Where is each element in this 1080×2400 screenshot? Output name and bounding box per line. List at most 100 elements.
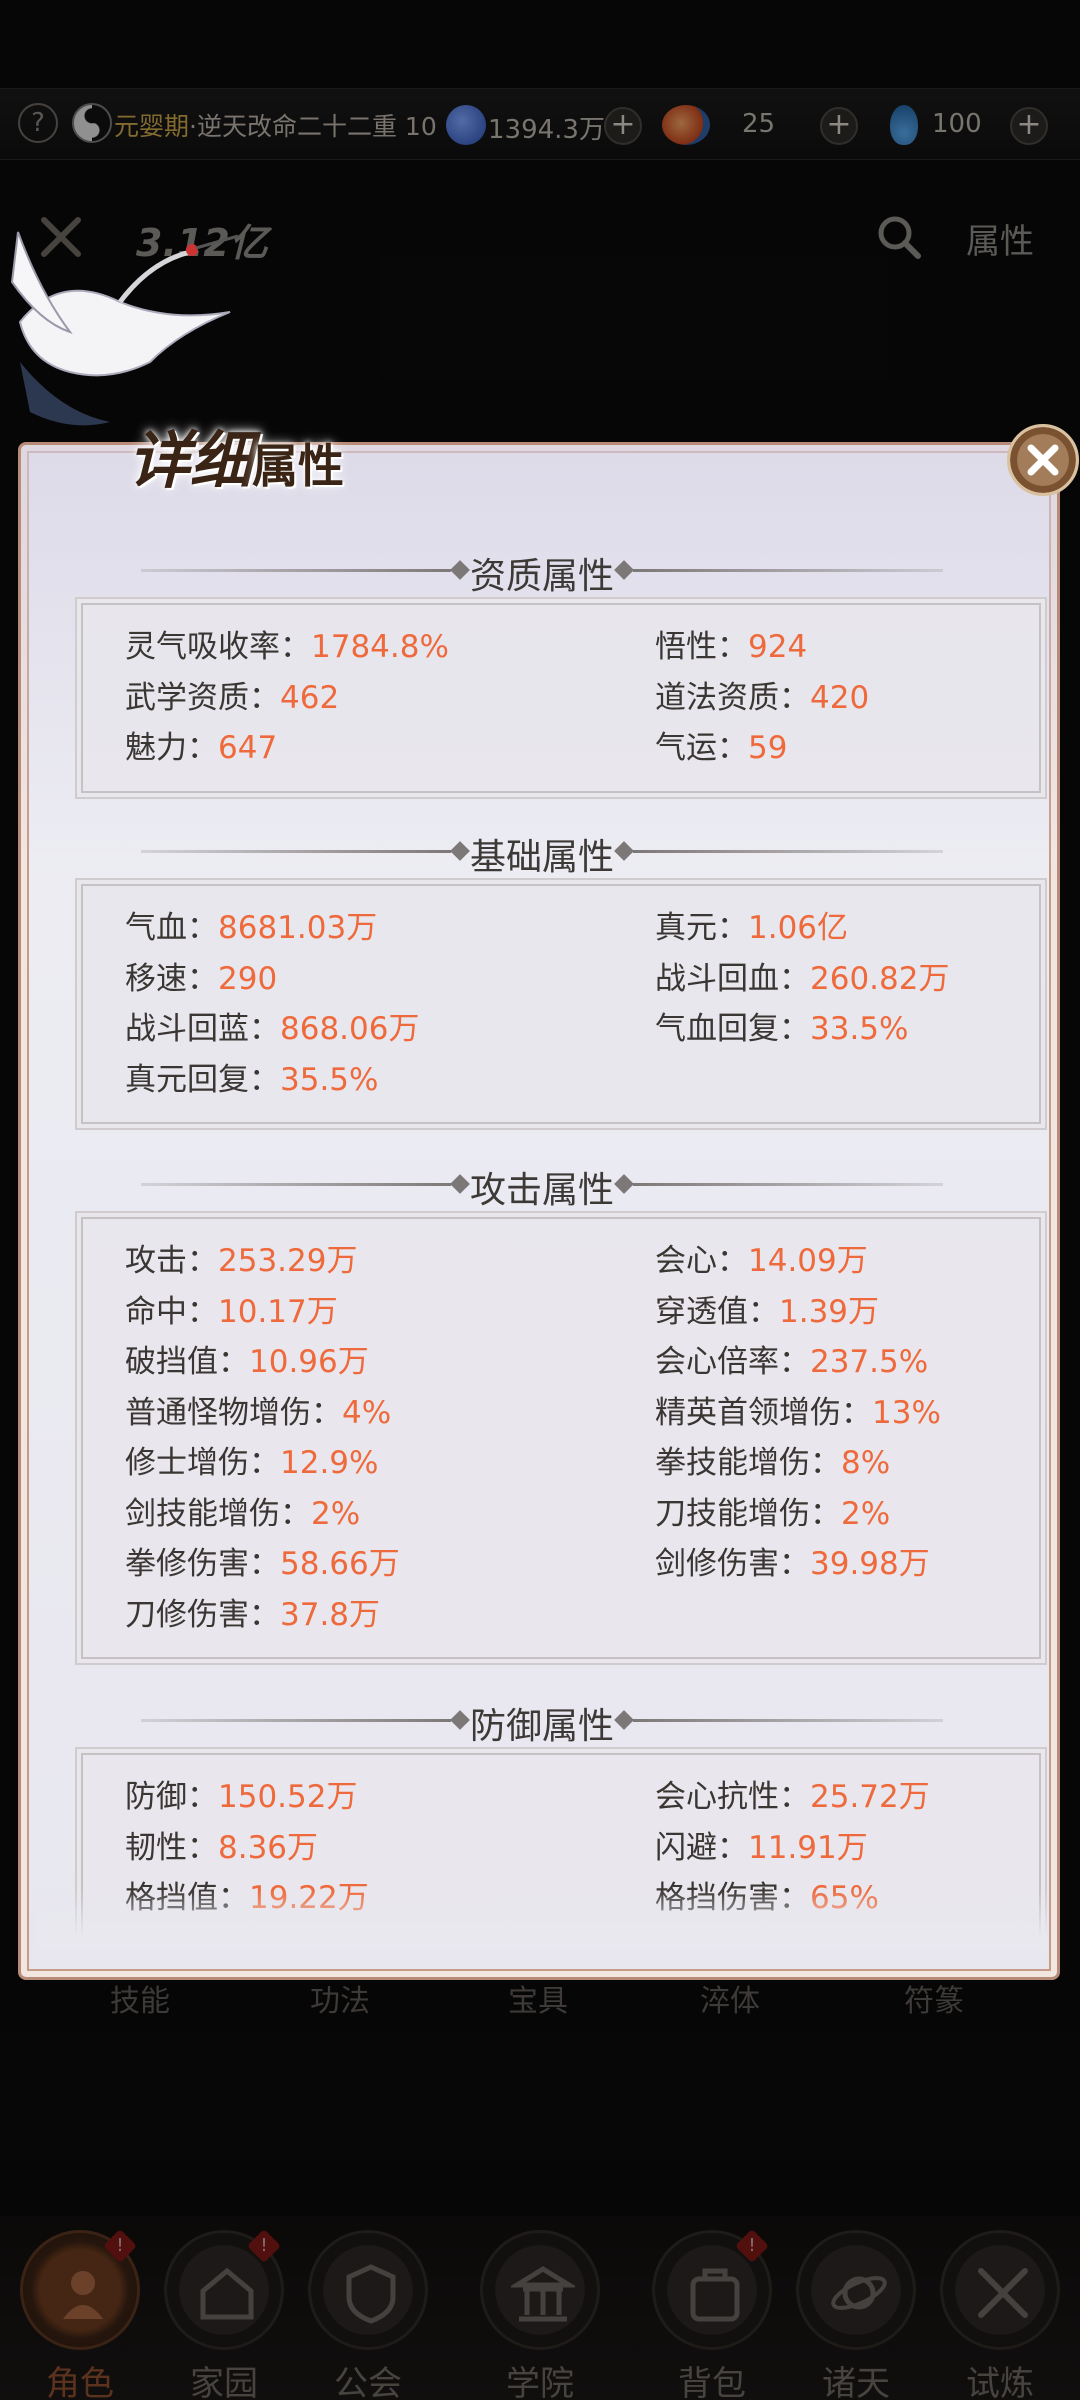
- attribute-value: 25.72万: [810, 1779, 930, 1815]
- attribute-item: 攻击：253.29万: [125, 1235, 357, 1280]
- attribute-name: 拳修伤害：: [125, 1546, 280, 1582]
- attribute-value: 37.8万: [280, 1596, 381, 1633]
- attribute-name: 穿透值：: [655, 1293, 779, 1330]
- attribute-value: 4%: [342, 1394, 392, 1431]
- section-title: 资质属性: [469, 556, 614, 597]
- attribute-item: 破挡值：10.96万: [125, 1336, 369, 1381]
- attribute-value: 8681.03万: [218, 910, 378, 946]
- attribute-box: 攻击：253.29万 会心：14.09万命中：10.17万 穿透值：1.39万破挡值…: [81, 1217, 1041, 1659]
- attribute-value: 10.96万: [249, 1344, 369, 1380]
- attribute-item: 韧性：8.36万: [125, 1822, 318, 1867]
- attribute-item: 会心：14.09万: [655, 1235, 868, 1280]
- attribute-value: 35.5%: [280, 1061, 379, 1098]
- attribute-name: 会心：: [655, 1243, 748, 1279]
- attribute-name: 气血：: [125, 910, 218, 946]
- attribute-value: 1784.8%: [311, 629, 449, 665]
- attribute-name: 悟性：: [655, 629, 748, 665]
- attribute-name: 拳技能增伤：: [655, 1445, 841, 1481]
- attribute-name: 破挡值：: [125, 1344, 249, 1380]
- attribute-item: 修士增伤：12.9%: [125, 1437, 378, 1482]
- attribute-name: 精英首领增伤：: [655, 1394, 872, 1431]
- attribute-name: 真元回复：: [125, 1061, 280, 1098]
- attribute-item: 剑修伤害：39.98万: [655, 1538, 930, 1583]
- attribute-item: 刀技能增伤：2%: [655, 1488, 890, 1533]
- attribute-name: 普通怪物增伤：: [125, 1394, 342, 1431]
- attribute-item: 气血回复：33.5%: [655, 1003, 908, 1048]
- scroll-fade: [37, 1890, 1047, 1950]
- attribute-name: 武学资质：: [125, 679, 280, 716]
- attribute-value: 237.5%: [810, 1344, 929, 1380]
- section-title: 基础属性: [469, 837, 614, 878]
- detailed-attributes-modal: 资质属性 灵气吸收率：1784.8% 悟性：924 武学资质：462 道法资质：420 魅…: [18, 442, 1060, 1980]
- attribute-item: 闪避：11.91万: [655, 1822, 868, 1867]
- attribute-value: 462: [280, 679, 340, 716]
- section-header: 基础属性: [37, 826, 1047, 878]
- attribute-name: 攻击：: [125, 1243, 218, 1279]
- attribute-value: 1.39万: [779, 1293, 880, 1330]
- attribute-item: 会心倍率：237.5%: [655, 1336, 928, 1381]
- close-icon: [1027, 444, 1059, 476]
- attribute-value: 10.17万: [218, 1293, 338, 1330]
- attribute-name: 韧性：: [125, 1829, 218, 1866]
- close-button[interactable]: [1007, 424, 1079, 496]
- attribute-value: 150.52万: [218, 1779, 358, 1815]
- modal-title-main: 详细: [128, 424, 253, 497]
- attribute-name: 魅力：: [125, 730, 218, 766]
- attribute-item: 命中：10.17万: [125, 1286, 338, 1331]
- attribute-item: 剑技能增伤：2%: [125, 1488, 360, 1533]
- attribute-name: 战斗回蓝：: [125, 1011, 280, 1047]
- attribute-item: 真元：1.06亿: [655, 902, 848, 947]
- attribute-name: 剑修伤害：: [655, 1546, 810, 1582]
- attribute-item: 气运：59: [655, 722, 787, 767]
- attribute-value: 1.06亿: [748, 910, 849, 946]
- section-header: 防御属性: [37, 1695, 1047, 1747]
- attribute-item: 道法资质：420: [655, 672, 869, 717]
- attribute-name: 会心抗性：: [655, 1779, 810, 1815]
- attribute-value: 14.09万: [748, 1243, 868, 1279]
- attribute-value: 924: [748, 629, 808, 665]
- attribute-value: 13%: [872, 1394, 941, 1431]
- attribute-name: 防御：: [125, 1779, 218, 1815]
- attribute-value: 39.98万: [810, 1546, 930, 1582]
- attribute-item: 普通怪物增伤：4%: [125, 1387, 391, 1432]
- attribute-item: 拳技能增伤：8%: [655, 1437, 890, 1482]
- attributes-scroll-area[interactable]: 资质属性 灵气吸收率：1784.8% 悟性：924 武学资质：462 道法资质：420 魅…: [37, 445, 1047, 1940]
- section-title: 防御属性: [469, 1706, 614, 1747]
- attribute-name: 战斗回血：: [655, 960, 810, 997]
- modal-title: 详细属性: [128, 410, 344, 500]
- attribute-name: 命中：: [125, 1293, 218, 1330]
- attribute-value: 2%: [841, 1495, 891, 1532]
- attribute-item: 魅力：647: [125, 722, 277, 767]
- attribute-name: 闪避：: [655, 1829, 748, 1866]
- attribute-value: 58.66万: [280, 1546, 400, 1582]
- divider-line: [633, 1719, 943, 1722]
- attribute-item: 防御：150.52万: [125, 1771, 357, 1816]
- attribute-name: 气血回复：: [655, 1011, 810, 1047]
- attribute-name: 刀修伤害：: [125, 1596, 280, 1633]
- attribute-value: 290: [218, 960, 278, 997]
- section-title: 攻击属性: [469, 1170, 614, 1211]
- attribute-item: 会心抗性：25.72万: [655, 1771, 930, 1816]
- attribute-value: 12.9%: [280, 1445, 379, 1481]
- attribute-item: 穿透值：1.39万: [655, 1286, 879, 1331]
- attribute-box: 灵气吸收率：1784.8% 悟性：924 武学资质：462 道法资质：420 魅力：64…: [81, 603, 1041, 793]
- attribute-value: 11.91万: [748, 1829, 868, 1866]
- attribute-name: 真元：: [655, 910, 748, 946]
- divider-line: [633, 1183, 943, 1186]
- attribute-value: 8.36万: [218, 1829, 319, 1866]
- attribute-item: 武学资质：462: [125, 672, 339, 717]
- attribute-value: 420: [810, 679, 870, 716]
- attribute-box: 气血：8681.03万 真元：1.06亿 移速：290 战斗回血：260.82万 战斗回…: [81, 884, 1041, 1124]
- attribute-value: 33.5%: [810, 1011, 909, 1047]
- attribute-name: 移速：: [125, 960, 218, 997]
- attribute-item: 刀修伤害：37.8万: [125, 1589, 380, 1634]
- attribute-value: 59: [748, 730, 788, 766]
- attribute-value: 260.82万: [810, 960, 950, 997]
- attribute-name: 剑技能增伤：: [125, 1495, 311, 1532]
- attribute-name: 修士增伤：: [125, 1445, 280, 1481]
- attribute-value: 868.06万: [280, 1011, 420, 1047]
- attribute-item: 战斗回血：260.82万: [655, 953, 949, 998]
- attribute-name: 道法资质：: [655, 679, 810, 716]
- attribute-name: 刀技能增伤：: [655, 1495, 841, 1532]
- attribute-item: 悟性：924: [655, 621, 807, 666]
